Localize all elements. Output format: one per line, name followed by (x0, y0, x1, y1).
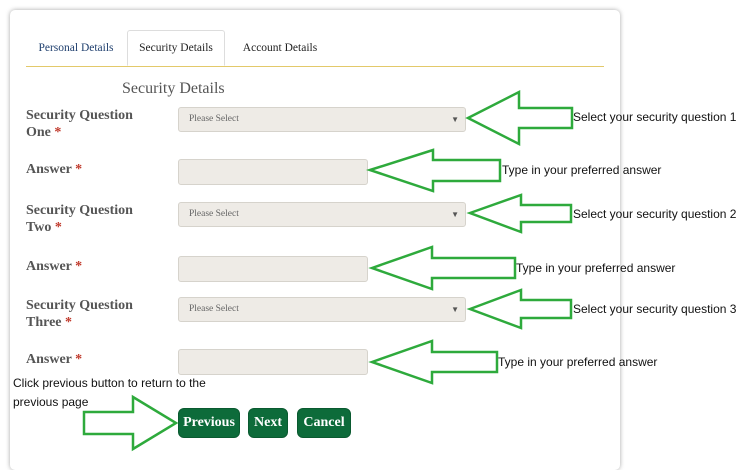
annotation-previous-button: Click previous button to return to the p… (13, 376, 206, 409)
annotation-answer-one: Type in your preferred answer (502, 163, 662, 177)
annotation-question-two: Select your security question 2 (573, 207, 737, 221)
annotation-answer-two: Type in your preferred answer (516, 261, 676, 275)
annotation-answer-three: Type in your preferred answer (498, 355, 658, 369)
annotation-question-one: Select your security question 1 (573, 110, 737, 124)
arrow-left-icon (466, 193, 573, 234)
arrow-left-icon (365, 148, 502, 193)
arrow-left-icon (368, 339, 499, 385)
annotation-question-three: Select your security question 3 (573, 302, 737, 316)
arrow-left-icon (368, 245, 517, 291)
arrow-left-icon (466, 288, 573, 330)
arrow-left-icon (465, 89, 574, 147)
